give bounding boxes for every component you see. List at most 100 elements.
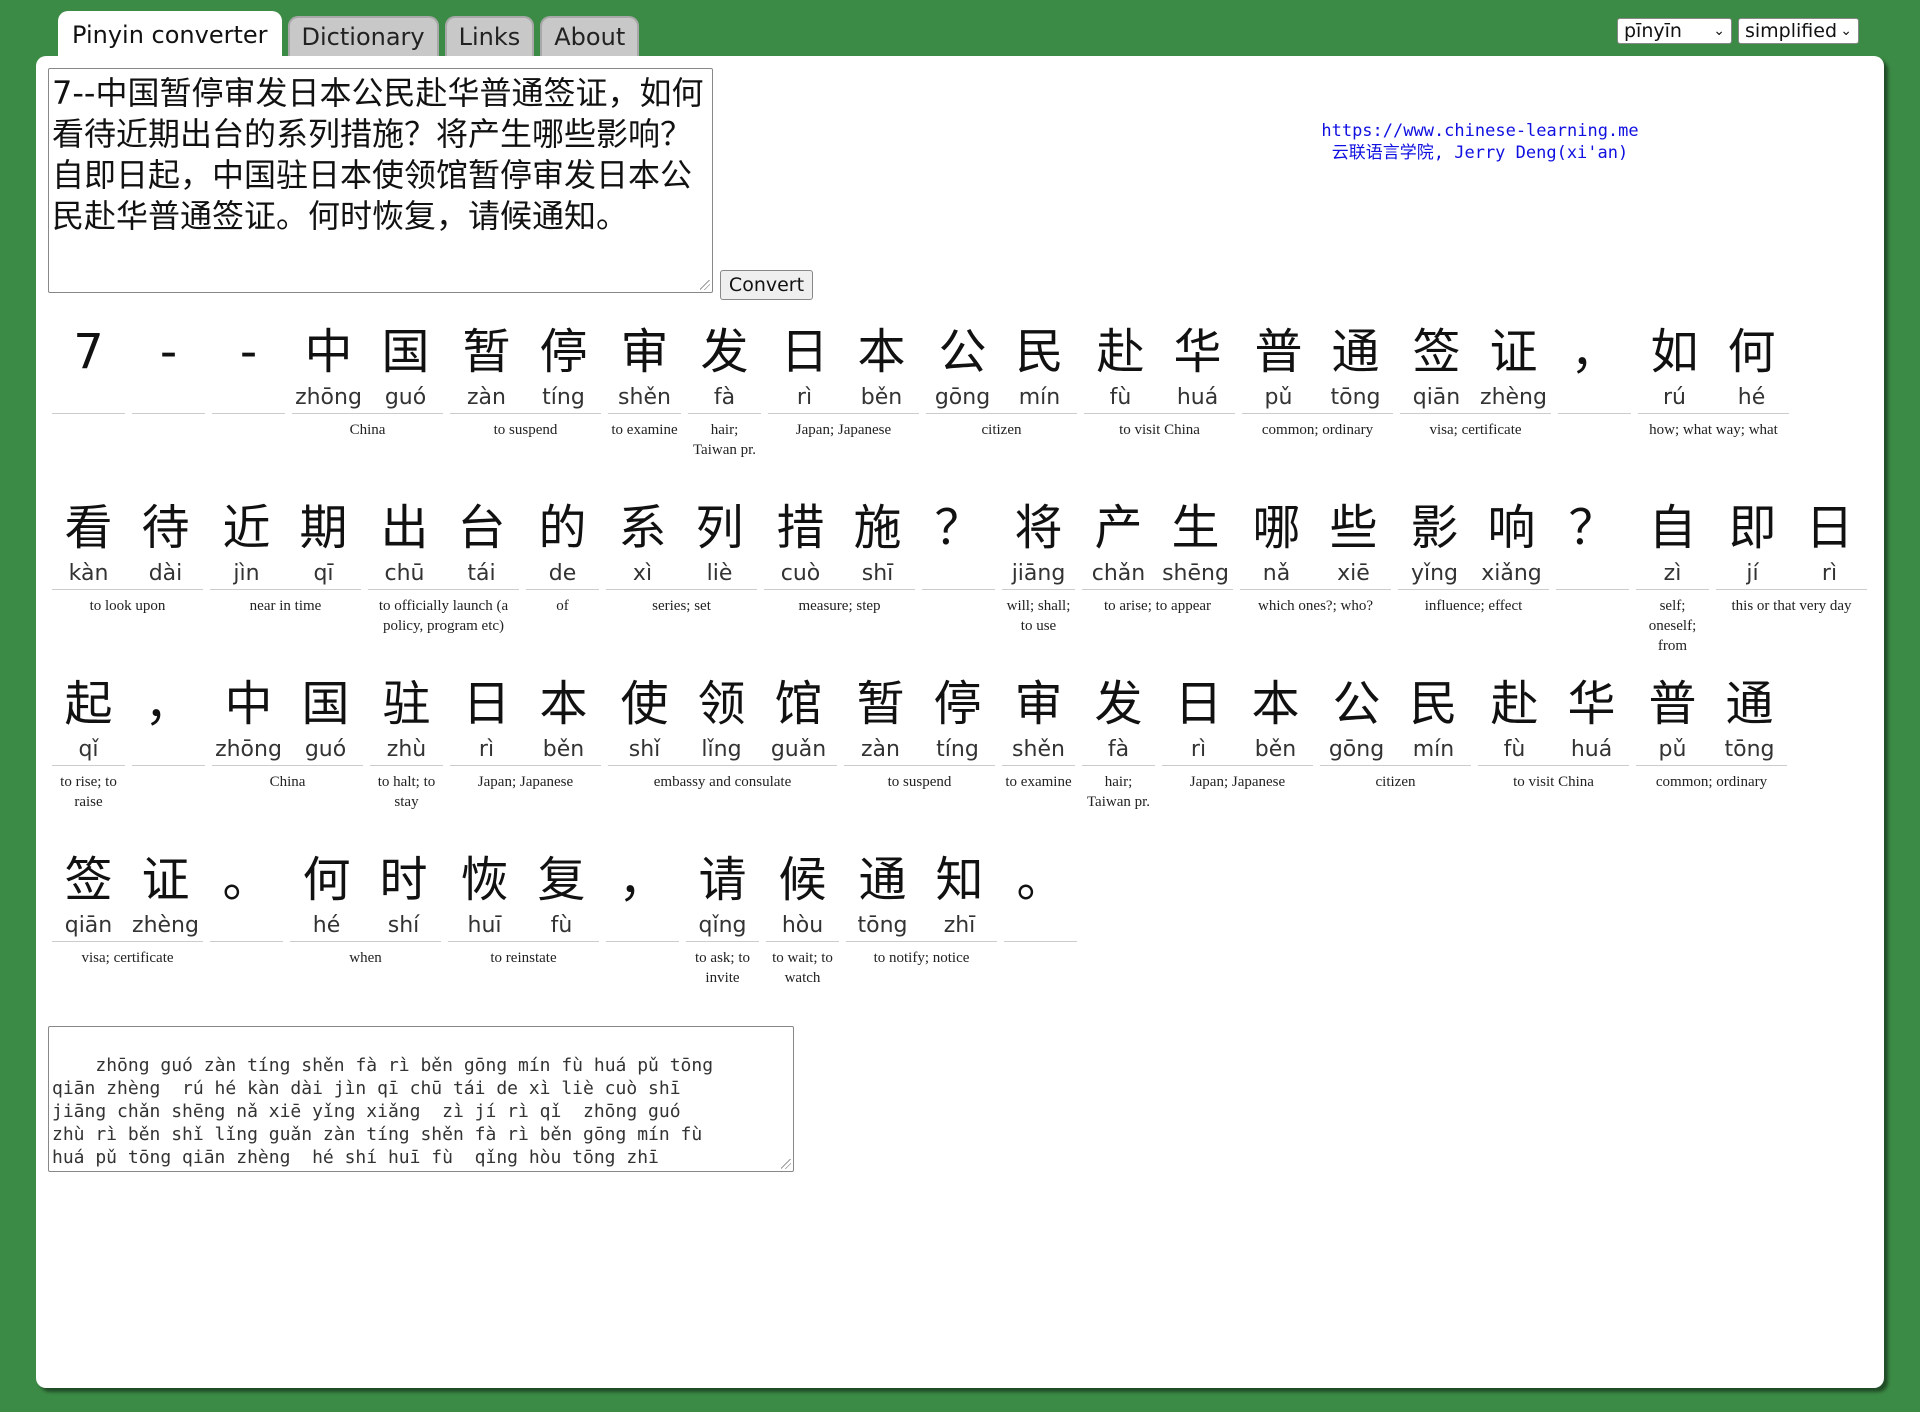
char-cell: 时 shí bbox=[365, 840, 442, 948]
word-definition: to ask; to invite bbox=[695, 950, 750, 986]
word-block[interactable]: 出 chū 台 tái to officially launch (a policy, … bbox=[366, 488, 521, 634]
word-block[interactable]: 产 chǎn 生 shēng to arise; to appear bbox=[1080, 488, 1235, 614]
resize-handle-icon[interactable] bbox=[700, 280, 710, 290]
word-block[interactable]: 候 hòu to wait; to watch bbox=[764, 840, 841, 986]
pinyin-output-textarea[interactable]: zhōng guó zàn tíng shěn fà rì běn gōng m… bbox=[48, 1026, 794, 1172]
divider bbox=[1082, 589, 1233, 590]
pinyin-syllable: de bbox=[548, 561, 577, 586]
word-block[interactable]: 公 gōng 民 mín citizen bbox=[924, 312, 1079, 438]
word-block[interactable]: 将 jiāng will; shall; to use bbox=[1000, 488, 1077, 634]
credit-url-link[interactable]: https://www.chinese-learning.me bbox=[1250, 120, 1710, 142]
input-text: 7--中国暂停审发日本公民赴华普通签证，如何看待近期出台的系列措施？将产生哪些影… bbox=[52, 74, 704, 235]
divider bbox=[526, 589, 599, 590]
word-block[interactable]: 使 shǐ 领 lǐng 馆 guǎn embassy and consulate bbox=[606, 664, 839, 790]
char-cell: 出 chū bbox=[366, 488, 443, 596]
word-block[interactable]: 系 xì 列 liè series; set bbox=[604, 488, 759, 614]
pinyin-syllable: shěn bbox=[1012, 737, 1065, 762]
pinyin-syllable: qiān bbox=[64, 913, 113, 938]
divider bbox=[1558, 413, 1631, 414]
word-block[interactable]: 赴 fù 华 huá to visit China bbox=[1476, 664, 1631, 790]
word-block[interactable]: - bbox=[210, 312, 287, 420]
char-cell: 日 rì bbox=[1160, 664, 1237, 772]
pinyin-syllable bbox=[50, 384, 127, 420]
tone-mode-select[interactable]: pīnyīn ⌄ bbox=[1617, 18, 1732, 44]
hanzi-char: ， bbox=[1570, 324, 1619, 380]
char-cell: 日 rì bbox=[1791, 488, 1868, 596]
word-block[interactable]: 日 rì 本 běn Japan; Japanese bbox=[448, 664, 603, 790]
char-cell: 公 gōng bbox=[924, 312, 1001, 420]
word-block[interactable]: ？ bbox=[1554, 488, 1631, 596]
word-block[interactable]: 日 rì 本 běn Japan; Japanese bbox=[1160, 664, 1315, 790]
word-block[interactable]: 审 shěn to examine bbox=[1000, 664, 1077, 790]
word-block[interactable]: 审 shěn to examine bbox=[606, 312, 683, 438]
script-select[interactable]: simplified ⌄ bbox=[1738, 18, 1859, 44]
hanzi-char: 普 bbox=[1648, 676, 1697, 732]
word-block[interactable]: 何 hé 时 shí when bbox=[288, 840, 443, 966]
tab-pinyin-converter[interactable]: Pinyin converter bbox=[58, 11, 282, 56]
word-block[interactable]: 中 zhōng 国 guó China bbox=[210, 664, 365, 790]
word-block[interactable]: ， bbox=[604, 840, 681, 948]
word-block[interactable]: 近 jìn 期 qī near in time bbox=[208, 488, 363, 614]
word-block[interactable]: 赴 fù 华 huá to visit China bbox=[1082, 312, 1237, 438]
word-block[interactable]: 签 qiān 证 zhèng visa; certificate bbox=[50, 840, 205, 966]
word-block[interactable]: 签 qiān 证 zhèng visa; certificate bbox=[1398, 312, 1553, 438]
word-block[interactable]: 。 bbox=[208, 840, 285, 948]
pinyin-syllable: gōng bbox=[934, 385, 991, 410]
hanzi-char: 审 bbox=[1014, 676, 1063, 732]
char-cell: 停 tíng bbox=[525, 312, 602, 420]
char-cell: ， bbox=[1556, 312, 1633, 420]
chinese-input-textarea[interactable]: 7--中国暂停审发日本公民赴华普通签证，如何看待近期出台的系列措施？将产生哪些影… bbox=[48, 68, 713, 293]
word-block[interactable]: ， bbox=[130, 664, 207, 772]
word-block[interactable]: 暂 zàn 停 tíng to suspend bbox=[842, 664, 997, 790]
word-block[interactable]: - bbox=[130, 312, 207, 420]
word-block[interactable]: 措 cuò 施 shī measure; step bbox=[762, 488, 917, 614]
hanzi-char: 复 bbox=[537, 852, 586, 908]
word-block[interactable]: 中 zhōng 国 guó China bbox=[290, 312, 445, 438]
word-block[interactable]: 公 gōng 民 mín citizen bbox=[1318, 664, 1473, 790]
word-block[interactable]: 日 rì 本 běn Japan; Japanese bbox=[766, 312, 921, 438]
word-block[interactable]: 请 qǐng to ask; to invite bbox=[684, 840, 761, 986]
char-cell: 即 jí bbox=[1714, 488, 1791, 596]
hanzi-char: 起 bbox=[64, 676, 113, 732]
word-block[interactable]: 恢 huī 复 fù to reinstate bbox=[446, 840, 601, 966]
divider bbox=[608, 765, 837, 766]
pinyin-syllable: liè bbox=[706, 561, 733, 586]
word-block[interactable]: 发 fà hair; Taiwan pr. bbox=[1080, 664, 1157, 810]
tab-about[interactable]: About bbox=[540, 16, 640, 56]
char-cell: 看 kàn bbox=[50, 488, 127, 596]
word-block[interactable]: 7 bbox=[50, 312, 127, 420]
char-cell: 赴 fù bbox=[1082, 312, 1159, 420]
word-block[interactable]: 哪 nǎ 些 xiē which ones?; who? bbox=[1238, 488, 1393, 614]
convert-button[interactable]: Convert bbox=[720, 270, 813, 300]
hanzi-char: 响 bbox=[1487, 500, 1536, 556]
pinyin-syllable bbox=[130, 384, 207, 420]
tab-links[interactable]: Links bbox=[444, 16, 535, 56]
word-block[interactable]: 暂 zàn 停 tíng to suspend bbox=[448, 312, 603, 438]
divider bbox=[844, 765, 995, 766]
word-block[interactable]: 即 jí 日 rì this or that very day bbox=[1714, 488, 1869, 614]
word-block[interactable]: 发 fà hair; Taiwan pr. bbox=[686, 312, 763, 458]
char-cell: 日 rì bbox=[766, 312, 843, 420]
pinyin-syllable: rì bbox=[796, 385, 813, 410]
tab-dictionary[interactable]: Dictionary bbox=[287, 16, 439, 56]
word-definition: near in time bbox=[249, 598, 322, 614]
word-block[interactable]: 如 rú 何 hé how; what way; what bbox=[1636, 312, 1791, 438]
pinyin-syllable bbox=[130, 736, 207, 772]
pinyin-syllable: zì bbox=[1663, 561, 1682, 586]
word-block[interactable]: 通 tōng 知 zhī to notify; notice bbox=[844, 840, 999, 966]
word-block[interactable]: 看 kàn 待 dài to look upon bbox=[50, 488, 205, 614]
word-block[interactable]: 驻 zhù to halt; to stay bbox=[368, 664, 445, 810]
word-block[interactable]: 影 yǐng 响 xiǎng influence; effect bbox=[1396, 488, 1551, 614]
word-block[interactable]: ， bbox=[1556, 312, 1633, 420]
word-definition: to visit China bbox=[1513, 774, 1594, 790]
word-block[interactable]: 起 qǐ to rise; to raise bbox=[50, 664, 127, 810]
word-block[interactable]: 。 bbox=[1002, 840, 1079, 948]
word-block[interactable]: ？ bbox=[920, 488, 997, 596]
pinyin-syllable bbox=[604, 912, 681, 948]
word-block[interactable]: 的 de of bbox=[524, 488, 601, 614]
word-block[interactable]: 自 zì self; oneself; from bbox=[1634, 488, 1711, 654]
resize-handle-icon[interactable] bbox=[781, 1159, 791, 1169]
word-block[interactable]: 普 pǔ 通 tōng common; ordinary bbox=[1634, 664, 1789, 790]
word-block[interactable]: 普 pǔ 通 tōng common; ordinary bbox=[1240, 312, 1395, 438]
hanzi-char: 日 bbox=[462, 676, 511, 732]
